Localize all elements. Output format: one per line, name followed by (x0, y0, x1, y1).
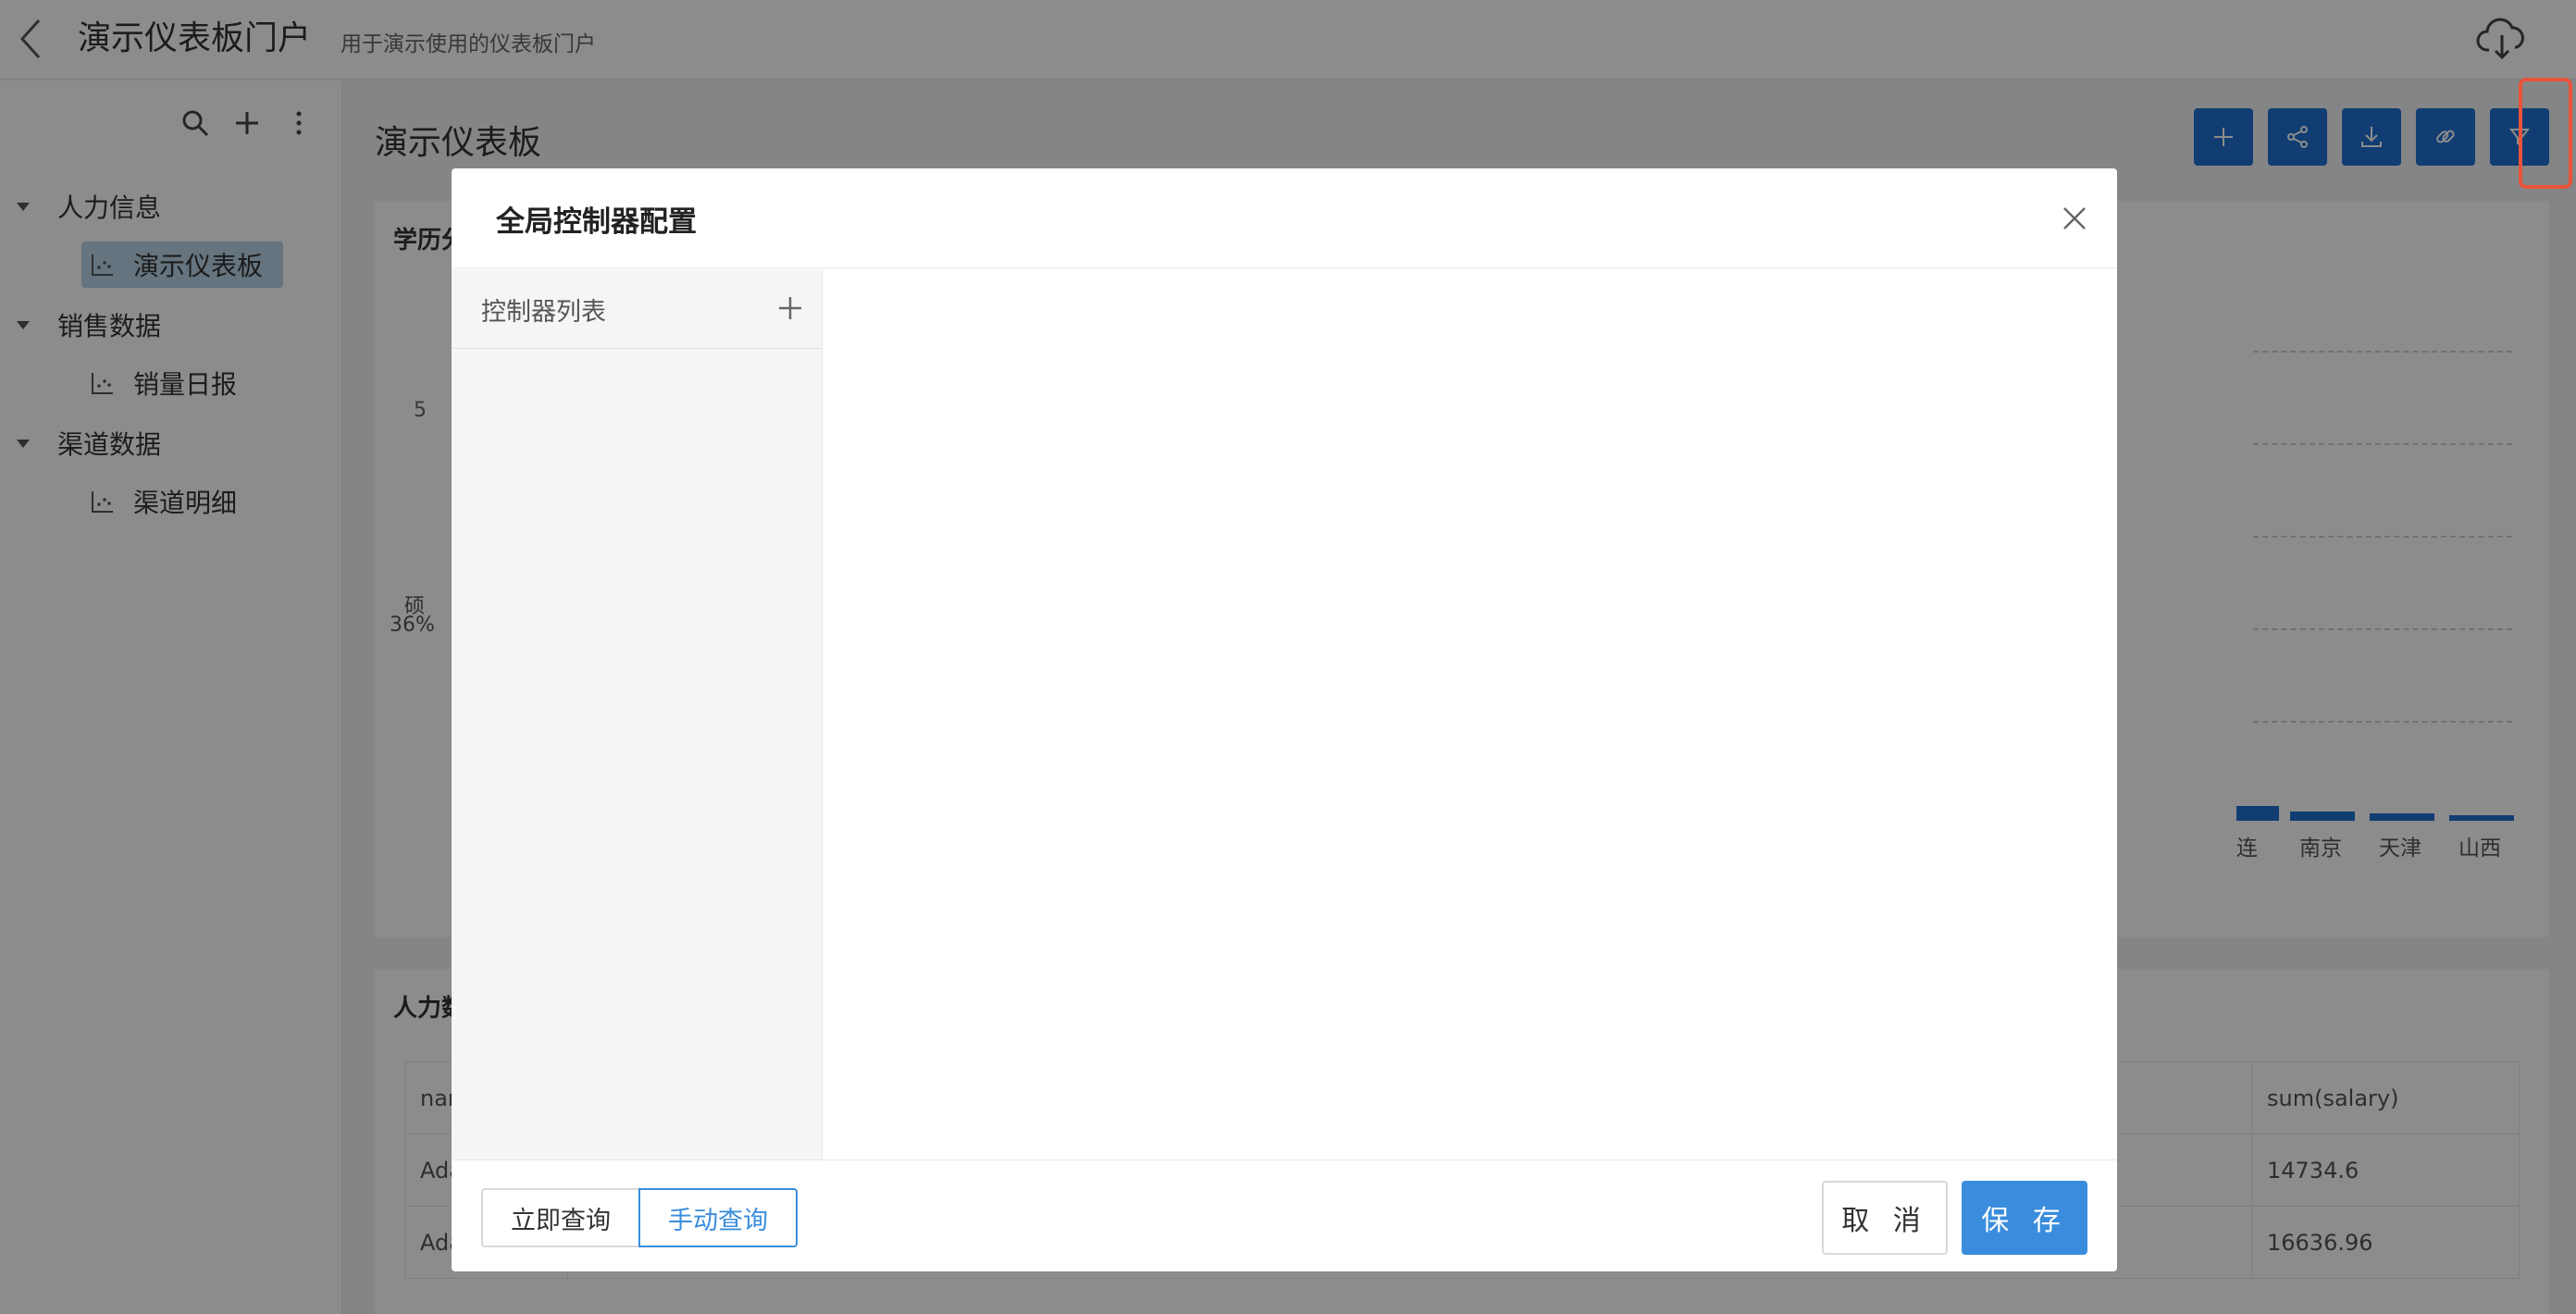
controller-list-label: 控制器列表 (481, 298, 606, 327)
query-mode-toggle: 立即查询 手动查询 (481, 1188, 798, 1247)
add-controller-icon[interactable] (777, 295, 803, 321)
instant-query-option[interactable]: 立即查询 (481, 1188, 640, 1247)
close-icon[interactable] (2062, 205, 2087, 231)
global-controller-modal: 全局控制器配置 控制器列表 立即查询 手动查询 取 消 保 存 (452, 168, 2117, 1271)
cancel-button[interactable]: 取 消 (1822, 1181, 1948, 1255)
filter-button-highlight (2519, 78, 2572, 189)
controller-list-panel: 控制器列表 (452, 269, 823, 1159)
controller-list-header: 控制器列表 (452, 269, 822, 349)
save-button[interactable]: 保 存 (1962, 1181, 2087, 1255)
modal-title: 全局控制器配置 (496, 205, 697, 239)
manual-query-option[interactable]: 手动查询 (638, 1188, 798, 1247)
modal-header: 全局控制器配置 (452, 168, 2117, 268)
modal-footer: 立即查询 手动查询 取 消 保 存 (452, 1159, 2117, 1271)
